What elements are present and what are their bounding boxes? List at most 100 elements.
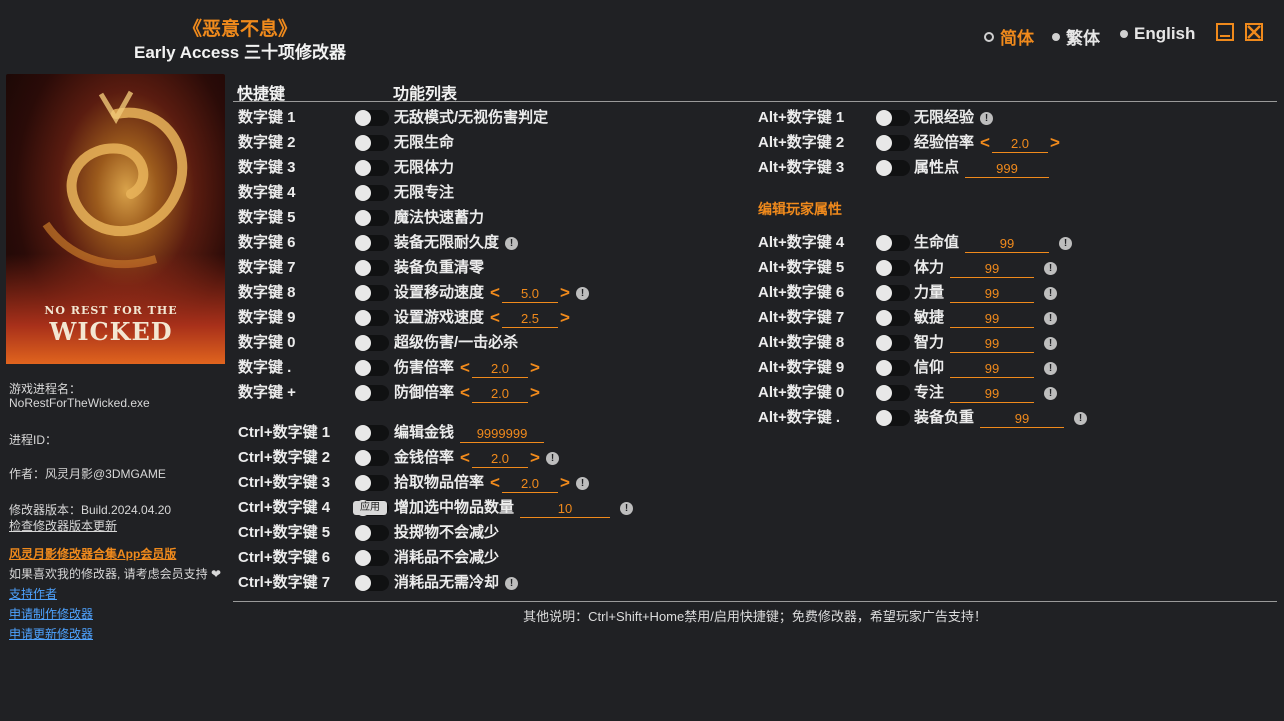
info-icon[interactable]: ! [576, 477, 589, 490]
decrease-arrow[interactable]: < [460, 358, 470, 378]
lang-option-english[interactable]: English [1120, 24, 1195, 44]
value-field[interactable]: 5.0 [502, 285, 558, 303]
increase-arrow[interactable]: > [530, 383, 540, 403]
increase-arrow[interactable]: > [530, 448, 540, 468]
lang-option-simplified[interactable]: 简体 [984, 24, 1034, 49]
info-icon[interactable]: ! [620, 502, 633, 515]
feature-label: 增加选中物品数量 [394, 499, 515, 516]
toggle-switch[interactable] [355, 135, 389, 151]
toggle-switch[interactable] [355, 575, 389, 591]
feature-label: 力量 [914, 284, 945, 301]
increase-arrow[interactable]: > [560, 283, 570, 303]
toggle-switch[interactable] [355, 475, 389, 491]
value-field[interactable]: 99 [950, 260, 1034, 278]
value-field[interactable]: 2.5 [502, 310, 558, 328]
decrease-arrow[interactable]: < [490, 283, 500, 303]
toggle-knob [876, 135, 892, 151]
value-field[interactable]: 99 [950, 385, 1034, 403]
app-member-link[interactable]: 风灵月影修改器合集App会员版 [9, 545, 176, 562]
lang-option-traditional[interactable]: 繁体 [1052, 24, 1100, 49]
toggle-switch[interactable] [355, 385, 389, 401]
toggle-switch[interactable] [355, 235, 389, 251]
info-icon[interactable]: ! [1044, 387, 1057, 400]
toggle-switch[interactable] [876, 135, 910, 151]
value-field[interactable]: 99 [965, 235, 1049, 253]
value-field[interactable]: 2.0 [472, 450, 528, 468]
info-icon[interactable]: ! [546, 452, 559, 465]
hotkey-label: Ctrl+数字键 3 [238, 474, 331, 491]
minimize-button[interactable] [1216, 23, 1234, 41]
feature-label: 无限生命 [394, 134, 455, 151]
value-field[interactable]: 2.0 [502, 475, 558, 493]
toggle-switch[interactable] [876, 360, 910, 376]
increase-arrow[interactable]: > [1050, 133, 1060, 153]
toggle-switch[interactable] [355, 425, 389, 441]
value-field[interactable]: 999 [965, 160, 1049, 178]
toggle-switch[interactable] [355, 450, 389, 466]
info-icon[interactable]: ! [1044, 287, 1057, 300]
toggle-switch[interactable] [876, 285, 910, 301]
request-trainer-link[interactable]: 申请制作修改器 [9, 605, 93, 622]
lang-label: 繁体 [1066, 29, 1100, 48]
info-icon[interactable]: ! [1044, 312, 1057, 325]
close-button[interactable] [1245, 23, 1263, 41]
value-field[interactable]: 99 [980, 410, 1064, 428]
toggle-switch[interactable] [355, 160, 389, 176]
decrease-arrow[interactable]: < [460, 383, 470, 403]
toggle-switch[interactable] [355, 110, 389, 126]
decrease-arrow[interactable]: < [980, 133, 990, 153]
request-update-link[interactable]: 申请更新修改器 [9, 625, 93, 642]
info-icon[interactable]: ! [505, 237, 518, 250]
value-field[interactable]: 10 [520, 500, 610, 518]
toggle-switch[interactable] [355, 550, 389, 566]
toggle-switch[interactable] [355, 360, 389, 376]
value-field[interactable]: 99 [950, 285, 1034, 303]
hotkey-label: 数字键 1 [238, 109, 296, 126]
feature-label: 装备负重 [914, 409, 975, 426]
toggle-switch[interactable] [355, 210, 389, 226]
info-icon[interactable]: ! [1059, 237, 1072, 250]
info-icon[interactable]: ! [1044, 362, 1057, 375]
toggle-switch[interactable] [355, 310, 389, 326]
value-field[interactable]: 2.0 [992, 135, 1048, 153]
info-icon[interactable]: ! [1074, 412, 1087, 425]
toggle-switch[interactable] [355, 335, 389, 351]
toggle-switch[interactable] [876, 110, 910, 126]
toggle-switch[interactable] [876, 335, 910, 351]
decrease-arrow[interactable]: < [490, 473, 500, 493]
toggle-switch[interactable] [876, 410, 910, 426]
increase-arrow[interactable]: > [560, 308, 570, 328]
info-icon[interactable]: ! [1044, 262, 1057, 275]
support-author-link[interactable]: 支持作者 [9, 585, 57, 602]
toggle-switch[interactable] [355, 525, 389, 541]
toggle-switch[interactable] [355, 285, 389, 301]
toggle-switch[interactable] [876, 260, 910, 276]
info-icon[interactable]: ! [576, 287, 589, 300]
info-icon[interactable]: ! [505, 577, 518, 590]
trainer-subtitle: Early Access 三十项修改器 [134, 43, 346, 62]
toggle-switch[interactable] [876, 235, 910, 251]
value-field[interactable]: 2.0 [472, 385, 528, 403]
value-field[interactable]: 99 [950, 310, 1034, 328]
toggle-switch[interactable] [876, 160, 910, 176]
check-update-link[interactable]: 检查修改器版本更新 [9, 517, 117, 534]
toggle-switch[interactable] [876, 385, 910, 401]
value-field[interactable]: 99 [950, 335, 1034, 353]
decrease-arrow[interactable]: < [490, 308, 500, 328]
process-name-value: NoRestForTheWicked.exe [9, 396, 150, 410]
feature-label: 无限体力 [394, 159, 455, 176]
info-icon[interactable]: ! [980, 112, 993, 125]
apply-button[interactable]: 应用 [353, 501, 387, 515]
value-field[interactable]: 99 [950, 360, 1034, 378]
value-field[interactable]: 9999999 [460, 425, 544, 443]
increase-arrow[interactable]: > [560, 473, 570, 493]
increase-arrow[interactable]: > [530, 358, 540, 378]
toggle-switch[interactable] [355, 260, 389, 276]
toggle-switch[interactable] [876, 310, 910, 326]
hotkey-label: 数字键 7 [238, 259, 296, 276]
lang-label: 简体 [1000, 29, 1034, 48]
decrease-arrow[interactable]: < [460, 448, 470, 468]
info-icon[interactable]: ! [1044, 337, 1057, 350]
toggle-switch[interactable] [355, 185, 389, 201]
value-field[interactable]: 2.0 [472, 360, 528, 378]
